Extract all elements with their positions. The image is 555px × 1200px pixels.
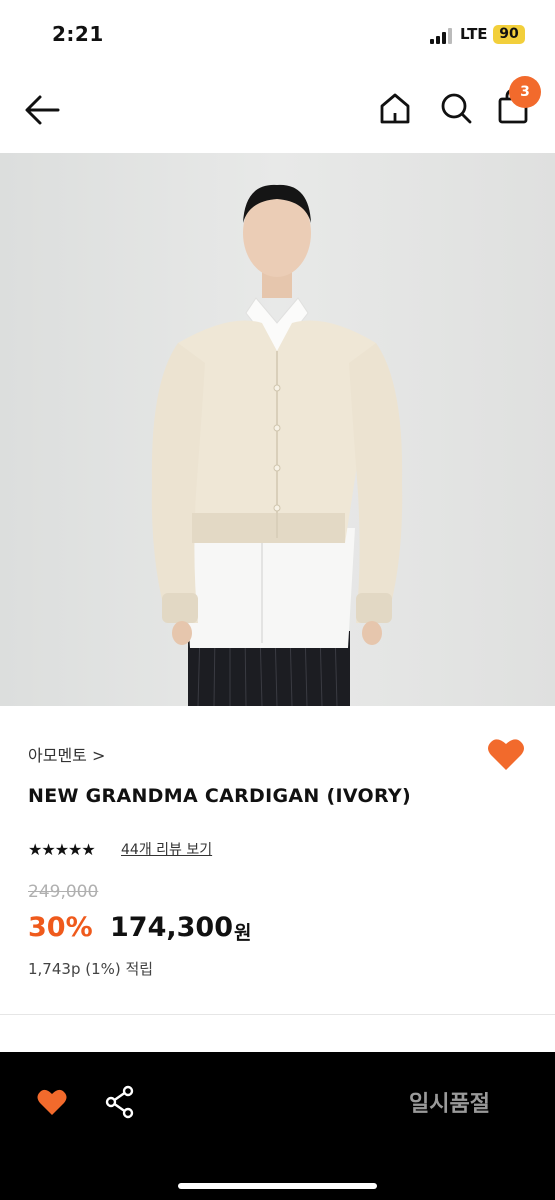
rating-stars: ★★★★★ <box>28 840 96 859</box>
product-image[interactable] <box>0 153 555 706</box>
points-info: 1,743p (1%) 적립 <box>28 960 154 978</box>
cart-count-badge: 3 <box>509 76 541 108</box>
original-price: 249,000 <box>28 882 99 902</box>
battery-level: 90 <box>493 25 525 44</box>
product-photo-illustration <box>0 153 555 706</box>
brand-link[interactable]: 아모멘토 > <box>28 742 105 766</box>
review-link[interactable]: 44개 리뷰 보기 <box>121 839 212 859</box>
signal-icon <box>430 28 452 44</box>
search-icon[interactable] <box>439 91 473 125</box>
currency-unit: 원 <box>234 922 252 944</box>
divider <box>0 1014 555 1015</box>
sale-price: 174,300 <box>110 912 233 943</box>
heart-icon[interactable] <box>486 736 526 772</box>
home-indicator <box>178 1183 377 1189</box>
back-arrow-icon[interactable] <box>22 92 62 128</box>
home-icon[interactable] <box>378 91 412 125</box>
product-title: NEW GRANDMA CARDIGAN (IVORY) <box>28 785 411 807</box>
network-label: LTE <box>460 25 488 43</box>
soldout-button[interactable]: 일시품절 <box>409 1086 490 1118</box>
share-icon[interactable] <box>104 1084 136 1120</box>
bottom-action-bar <box>0 1052 555 1200</box>
discount-rate: 30% <box>28 912 93 943</box>
heart-icon[interactable] <box>36 1087 68 1117</box>
status-time: 2:21 <box>52 22 104 46</box>
